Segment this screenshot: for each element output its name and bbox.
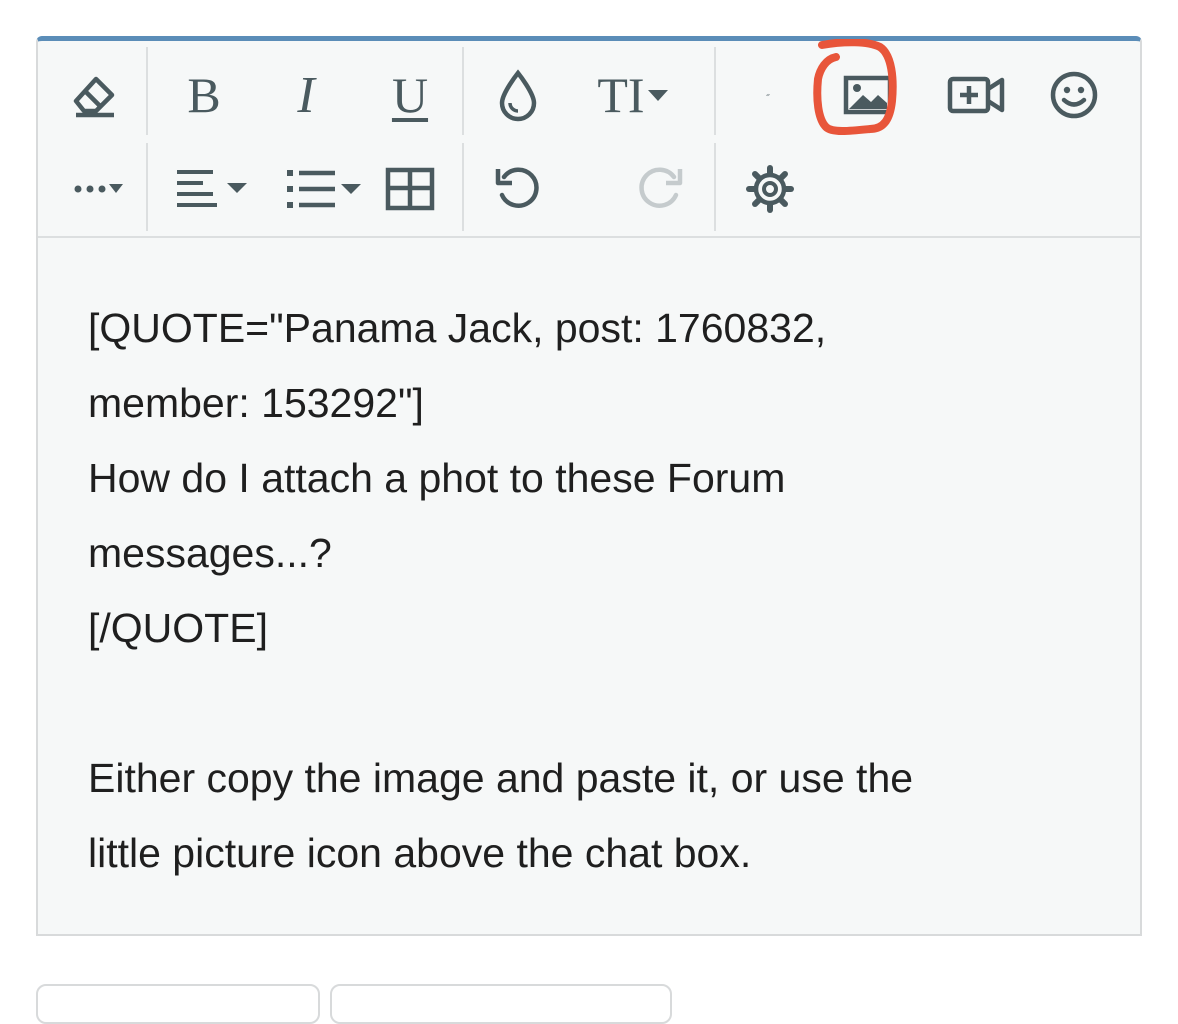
eraser-icon [73, 76, 115, 118]
annotation-circle [813, 39, 897, 135]
content-line: member: 153292"] [88, 380, 424, 426]
list-icon [287, 170, 361, 208]
toolbar-separator [146, 143, 148, 231]
content-line: [/QUOTE] [88, 605, 268, 651]
rich-text-editor: B I U TI [QUOTE="Panama Jack, post: 1760… [36, 36, 1142, 936]
droplet-icon [499, 69, 537, 122]
font-size-button[interactable]: TI [578, 59, 688, 131]
align-left-icon [177, 170, 247, 207]
font-size-icon: TI [597, 67, 645, 123]
italic-button[interactable]: I [270, 59, 342, 131]
content-line [88, 666, 1098, 741]
toolbar-separator [146, 47, 148, 135]
action-button[interactable] [330, 984, 672, 1024]
content-line: [QUOTE="Panama Jack, post: 1760832, [88, 305, 827, 351]
more-options-button[interactable] [58, 153, 138, 225]
remove-formatting-button[interactable] [58, 59, 130, 131]
toolbar-separator [462, 47, 464, 135]
insert-emoji-button[interactable] [1038, 59, 1110, 131]
list-button[interactable] [270, 153, 380, 225]
settings-button[interactable] [734, 153, 806, 225]
gear-icon [746, 165, 794, 213]
action-button[interactable] [36, 984, 320, 1024]
content-line: Either copy the image and paste it, or u… [88, 755, 914, 801]
underline-icon: U [391, 67, 429, 123]
content-line: How do I attach a phot to these Forum [88, 455, 786, 501]
content-line: little picture icon above the chat box. [88, 830, 752, 876]
bold-icon: B [187, 67, 221, 123]
editor-toolbar: B I U TI [38, 39, 1140, 238]
toolbar-separator [462, 143, 464, 231]
align-button[interactable] [168, 153, 258, 225]
ellipsis-icon [74, 184, 123, 193]
underline-button[interactable]: U [374, 59, 446, 131]
editor-content[interactable]: [QUOTE="Panama Jack, post: 1760832, memb… [88, 291, 1098, 891]
caret-down-icon [647, 90, 668, 101]
redo-icon [639, 167, 683, 208]
bold-button[interactable]: B [168, 59, 240, 131]
table-icon [385, 167, 435, 211]
insert-table-button[interactable] [374, 153, 446, 225]
insert-media-button[interactable] [940, 59, 1012, 131]
redo-button[interactable] [624, 153, 696, 225]
insert-link-button[interactable] [698, 59, 770, 131]
video-plus-icon [947, 76, 1005, 114]
toolbar-separator [714, 143, 716, 231]
link-icon [766, 93, 770, 97]
content-line: messages...? [88, 530, 332, 576]
text-color-button[interactable] [482, 59, 554, 131]
undo-button[interactable] [482, 153, 554, 225]
smiley-icon [1050, 71, 1098, 119]
undo-icon [495, 167, 539, 208]
italic-icon: I [297, 66, 315, 124]
